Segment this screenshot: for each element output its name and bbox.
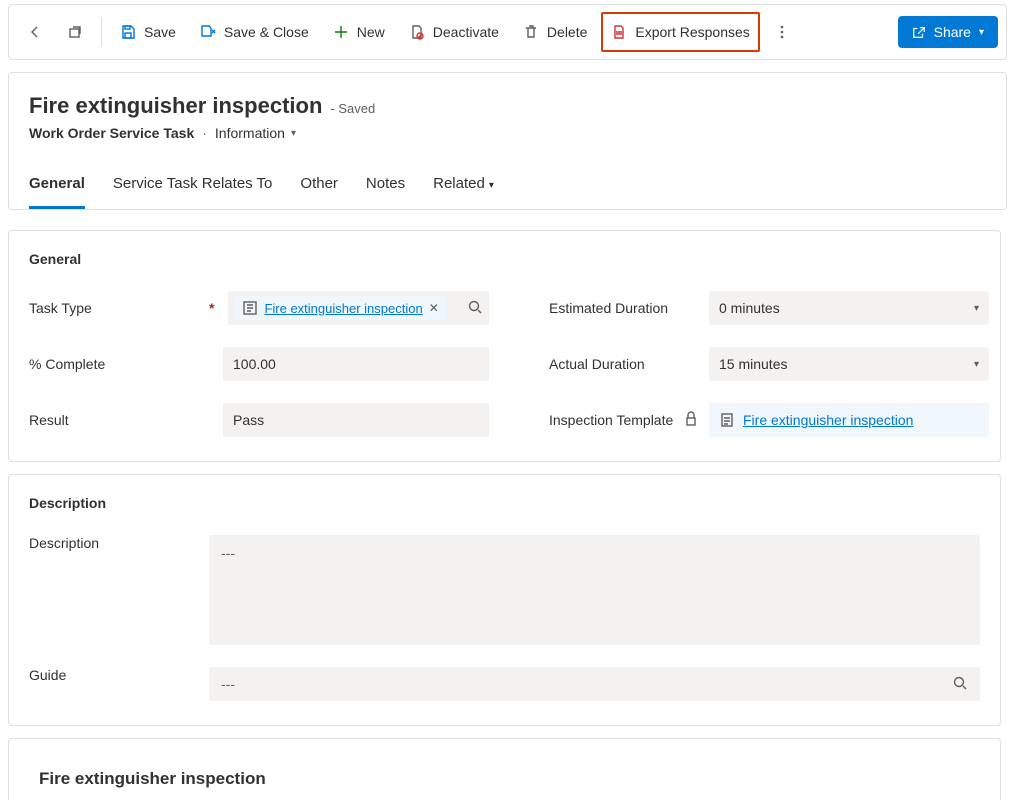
chevron-down-icon: ▾ bbox=[489, 180, 494, 191]
chevron-down-icon: ▾ bbox=[291, 128, 296, 139]
estimated-duration-value: 0 minutes bbox=[719, 300, 780, 316]
save-close-button[interactable]: Save & Close bbox=[190, 14, 319, 50]
task-type-link[interactable]: Fire extinguisher inspection bbox=[264, 301, 422, 316]
popout-button[interactable] bbox=[57, 14, 93, 50]
label-result: Result bbox=[29, 412, 209, 428]
label-task-type: Task Type bbox=[29, 300, 209, 316]
chevron-down-icon: ▾ bbox=[974, 359, 979, 370]
inspection-template-lookup[interactable]: Fire extinguisher inspection bbox=[709, 403, 989, 437]
share-button[interactable]: Share ▾ bbox=[898, 16, 998, 48]
guide-value: --- bbox=[221, 676, 235, 692]
actual-duration-field[interactable]: 15 minutes ▾ bbox=[709, 347, 989, 381]
lock-icon bbox=[683, 411, 709, 430]
tab-relates-to[interactable]: Service Task Relates To bbox=[113, 165, 273, 209]
export-responses-button[interactable]: Export Responses bbox=[601, 12, 759, 52]
section-description: Description Description --- Guide --- bbox=[8, 474, 1001, 726]
inspection-title: Fire extinguisher inspection bbox=[39, 769, 970, 789]
percent-complete-value: 100.00 bbox=[233, 356, 276, 372]
form-scroll-region[interactable]: General Task Type * Fire extinguisher in… bbox=[8, 218, 1007, 800]
task-type-lookup[interactable]: Fire extinguisher inspection ✕ bbox=[228, 291, 489, 325]
plus-icon bbox=[333, 24, 349, 40]
search-icon[interactable] bbox=[467, 299, 483, 318]
inspection-icon bbox=[719, 412, 735, 428]
save-close-label: Save & Close bbox=[224, 24, 309, 40]
deactivate-label: Deactivate bbox=[433, 24, 499, 40]
chevron-down-icon: ▾ bbox=[974, 303, 979, 314]
deactivate-button[interactable]: Deactivate bbox=[399, 14, 509, 50]
inspection-template-link[interactable]: Fire extinguisher inspection bbox=[743, 412, 913, 428]
entity-icon bbox=[242, 300, 258, 316]
chevron-down-icon: ▾ bbox=[979, 27, 984, 38]
delete-button[interactable]: Delete bbox=[513, 14, 597, 50]
save-button[interactable]: Save bbox=[110, 14, 186, 50]
form-selector[interactable]: Information ▾ bbox=[215, 125, 296, 141]
save-close-icon bbox=[200, 24, 216, 40]
delete-label: Delete bbox=[547, 24, 587, 40]
save-label: Save bbox=[144, 24, 176, 40]
section-general: General Task Type * Fire extinguisher in… bbox=[8, 230, 1001, 462]
popout-icon bbox=[67, 24, 83, 40]
record-saved-status: - Saved bbox=[330, 101, 375, 116]
remove-lookup-icon[interactable]: ✕ bbox=[429, 301, 439, 315]
tab-related[interactable]: Related ▾ bbox=[433, 165, 494, 209]
required-indicator: * bbox=[209, 300, 224, 316]
record-header: Fire extinguisher inspection - Saved Wor… bbox=[8, 72, 1007, 210]
entity-name: Work Order Service Task bbox=[29, 125, 194, 141]
save-icon bbox=[120, 24, 136, 40]
export-responses-label: Export Responses bbox=[635, 24, 749, 40]
more-vertical-icon bbox=[774, 24, 790, 40]
guide-field[interactable]: --- bbox=[209, 667, 980, 701]
estimated-duration-field[interactable]: 0 minutes ▾ bbox=[709, 291, 989, 325]
trash-icon bbox=[523, 24, 539, 40]
share-icon bbox=[912, 25, 926, 39]
tab-other[interactable]: Other bbox=[300, 165, 338, 209]
share-label: Share bbox=[934, 24, 971, 40]
divider bbox=[101, 18, 102, 46]
tab-related-label: Related bbox=[433, 175, 485, 192]
tab-list: General Service Task Relates To Other No… bbox=[29, 165, 986, 209]
description-value: --- bbox=[221, 545, 235, 561]
command-bar: Save Save & Close New Deactivate Delete … bbox=[8, 4, 1007, 60]
description-field[interactable]: --- bbox=[209, 535, 980, 645]
actual-duration-value: 15 minutes bbox=[719, 356, 787, 372]
record-title: Fire extinguisher inspection bbox=[29, 93, 322, 119]
arrow-left-icon bbox=[27, 24, 43, 40]
back-button[interactable] bbox=[17, 14, 53, 50]
tab-general[interactable]: General bbox=[29, 165, 85, 209]
section-inspection: Fire extinguisher inspection bbox=[8, 738, 1001, 800]
new-label: New bbox=[357, 24, 385, 40]
label-estimated-duration: Estimated Duration bbox=[549, 300, 709, 316]
result-field[interactable]: Pass bbox=[223, 403, 489, 437]
separator-dot: · bbox=[202, 125, 207, 141]
label-inspection-template-text: Inspection Template bbox=[549, 412, 673, 428]
pdf-icon bbox=[611, 24, 627, 40]
search-icon[interactable] bbox=[952, 675, 968, 694]
label-actual-duration: Actual Duration bbox=[549, 356, 709, 372]
deactivate-icon bbox=[409, 24, 425, 40]
overflow-button[interactable] bbox=[764, 14, 800, 50]
result-value: Pass bbox=[233, 412, 264, 428]
percent-complete-field[interactable]: 100.00 bbox=[223, 347, 489, 381]
label-percent-complete: % Complete bbox=[29, 356, 209, 372]
label-guide: Guide bbox=[29, 667, 209, 683]
section-title-general: General bbox=[29, 251, 980, 267]
label-description: Description bbox=[29, 535, 209, 551]
new-button[interactable]: New bbox=[323, 14, 395, 50]
section-title-description: Description bbox=[29, 495, 980, 511]
label-inspection-template: Inspection Template bbox=[549, 411, 709, 430]
tab-notes[interactable]: Notes bbox=[366, 165, 405, 209]
form-name: Information bbox=[215, 125, 285, 141]
